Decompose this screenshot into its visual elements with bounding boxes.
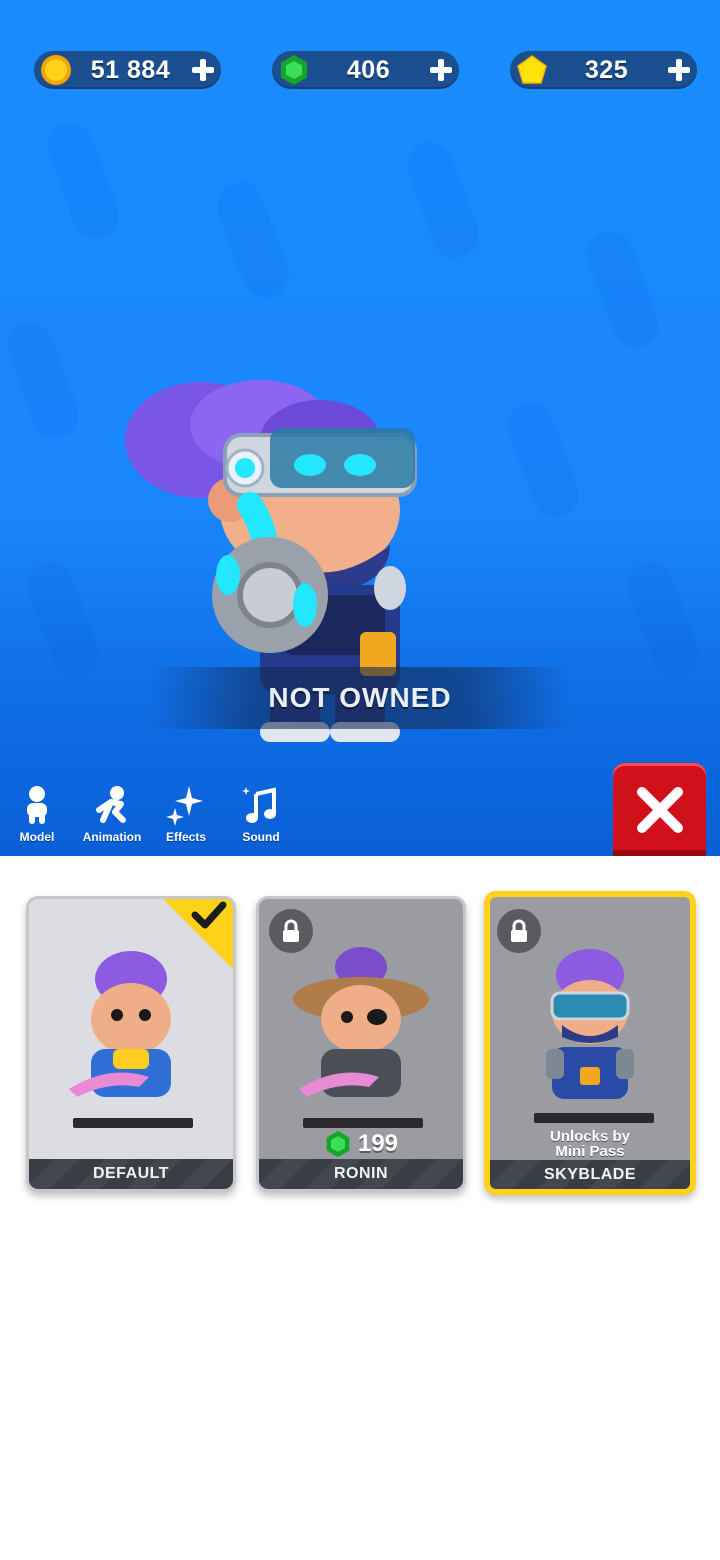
gems-counter: 406 xyxy=(272,51,459,89)
skin-stand xyxy=(534,1113,654,1123)
skin-card-default[interactable]: DEFAULT xyxy=(26,896,236,1192)
close-button[interactable] xyxy=(613,763,706,856)
add-stars-button[interactable] xyxy=(667,58,691,82)
selected-badge xyxy=(163,899,233,969)
lock-icon xyxy=(283,919,299,942)
coins-counter: 51 884 xyxy=(34,51,221,89)
unlock-requirement: Unlocks by Mini Pass xyxy=(490,1129,690,1159)
sound-icon xyxy=(242,787,276,823)
ownership-status-banner: NOT OWNED xyxy=(150,667,570,729)
background-pattern xyxy=(40,115,126,245)
ownership-status-text: NOT OWNED xyxy=(268,682,452,713)
unlock-requirement-line-2: Mini Pass xyxy=(555,1143,625,1160)
lock-badge xyxy=(497,909,541,953)
stars-value: 325 xyxy=(584,55,629,84)
tab-model-label: Model xyxy=(19,830,55,844)
add-gems-button[interactable] xyxy=(429,58,453,82)
background-pattern xyxy=(580,225,666,355)
tab-model[interactable]: Model xyxy=(2,784,72,850)
animation-icon xyxy=(96,786,126,823)
skin-preview-area: 51 884 406 325 NOT OWNED Model Animation… xyxy=(0,0,720,856)
unlock-requirement-line-1: Unlocks by xyxy=(549,1128,631,1145)
lock-icon xyxy=(511,919,527,942)
gem-icon xyxy=(326,1130,350,1158)
background-pattern xyxy=(210,175,296,305)
tab-sound-label: Sound xyxy=(242,830,280,844)
background-pattern xyxy=(620,555,706,685)
skin-price-value: 199 xyxy=(357,1130,399,1157)
skin-name-default: DEFAULT xyxy=(29,1159,233,1189)
lock-badge xyxy=(269,909,313,953)
skin-name-ronin: RONIN xyxy=(259,1159,463,1189)
tab-sound[interactable]: Sound xyxy=(226,784,296,850)
tab-effects[interactable]: Effects xyxy=(151,784,221,850)
skin-name-skyblade: SKYBLADE xyxy=(490,1160,690,1189)
close-icon xyxy=(636,786,683,833)
skin-card-ronin[interactable]: 199 RONIN xyxy=(256,896,466,1192)
skin-stand xyxy=(73,1118,193,1128)
skin-card-skyblade[interactable]: Unlocks by Mini Pass SKYBLADE xyxy=(484,891,696,1195)
effects-icon xyxy=(166,786,203,826)
stars-counter: 325 xyxy=(510,51,697,89)
skin-price: 199 xyxy=(259,1127,463,1161)
gems-value: 406 xyxy=(346,55,391,84)
background-pattern xyxy=(500,395,586,525)
background-pattern xyxy=(20,555,106,685)
add-coins-button[interactable] xyxy=(191,58,215,82)
tab-animation-label: Animation xyxy=(82,830,142,844)
background-pattern xyxy=(0,315,86,445)
background-pattern xyxy=(400,135,486,265)
tab-animation[interactable]: Animation xyxy=(77,784,147,850)
coins-value: 51 884 xyxy=(90,55,171,84)
model-icon xyxy=(27,786,47,824)
tab-effects-label: Effects xyxy=(165,830,206,844)
